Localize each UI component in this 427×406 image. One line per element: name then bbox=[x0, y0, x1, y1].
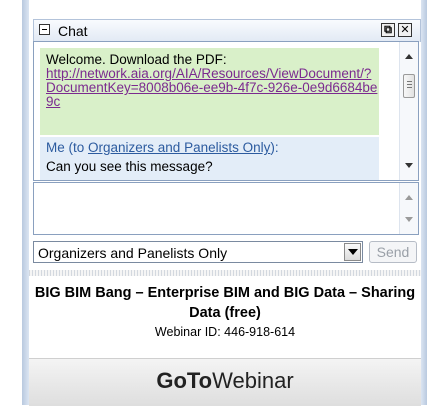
window-border-right bbox=[421, 0, 427, 405]
my-message: Me (to Organizers and Panelists Only): C… bbox=[40, 137, 379, 180]
chat-title: Chat bbox=[58, 23, 88, 39]
window-frame: Chat ⧉ ✕ Welcome. Download the PDF: http… bbox=[22, 0, 427, 406]
collapse-icon[interactable] bbox=[39, 24, 50, 35]
close-icon[interactable]: ✕ bbox=[398, 23, 412, 37]
chevron-down-icon[interactable] bbox=[405, 217, 413, 222]
brand-footer: GoToWebinar bbox=[29, 358, 421, 406]
message-input-box bbox=[33, 182, 419, 238]
send-button[interactable]: Send bbox=[369, 241, 417, 263]
brand-part2: Webinar bbox=[212, 368, 294, 393]
dropdown-arrow-icon[interactable] bbox=[344, 243, 361, 261]
system-message: Welcome. Download the PDF: http://networ… bbox=[40, 48, 379, 135]
my-message-text: Can you see this message? bbox=[46, 159, 213, 174]
chevron-up-icon[interactable] bbox=[405, 54, 413, 59]
pdf-download-link[interactable]: http://network.aia.org/AIA/Resources/Vie… bbox=[46, 66, 377, 109]
recipient-link[interactable]: Organizers and Panelists Only bbox=[88, 140, 270, 155]
my-message-prefix: Me (to bbox=[46, 140, 89, 155]
brand-part1: GoTo bbox=[156, 368, 213, 393]
webinar-info: BIG BIM Bang – Enterprise BIM and BIG Da… bbox=[29, 283, 421, 339]
control-panel: Chat ⧉ ✕ Welcome. Download the PDF: http… bbox=[29, 0, 421, 406]
input-scrollbar[interactable] bbox=[399, 183, 418, 234]
chevron-up-icon[interactable] bbox=[405, 195, 413, 200]
chat-log[interactable]: Welcome. Download the PDF: http://networ… bbox=[33, 41, 419, 181]
chat-header: Chat ⧉ ✕ bbox=[33, 19, 421, 42]
my-message-suffix: ): bbox=[270, 140, 279, 155]
recipient-select-value: Organizers and Panelists Only bbox=[38, 245, 228, 261]
system-message-text: Welcome. Download the PDF: bbox=[46, 52, 227, 67]
recipient-select[interactable]: Organizers and Panelists Only bbox=[33, 241, 363, 263]
chevron-down-icon[interactable] bbox=[405, 163, 413, 168]
webinar-title: BIG BIM Bang – Enterprise BIM and BIG Da… bbox=[34, 285, 416, 321]
gotowebinar-logo: GoToWebinar bbox=[29, 368, 421, 394]
scrollbar-thumb[interactable] bbox=[403, 74, 415, 98]
popout-icon[interactable]: ⧉ bbox=[381, 23, 395, 37]
chat-log-scrollbar[interactable] bbox=[399, 42, 418, 180]
my-message-header: Me (to Organizers and Panelists Only): bbox=[46, 140, 379, 155]
send-row: Organizers and Panelists Only Send bbox=[33, 239, 419, 267]
panel-divider bbox=[29, 270, 421, 276]
webinar-id: Webinar ID: 446-918-614 bbox=[154, 325, 296, 339]
message-input[interactable] bbox=[34, 183, 404, 238]
